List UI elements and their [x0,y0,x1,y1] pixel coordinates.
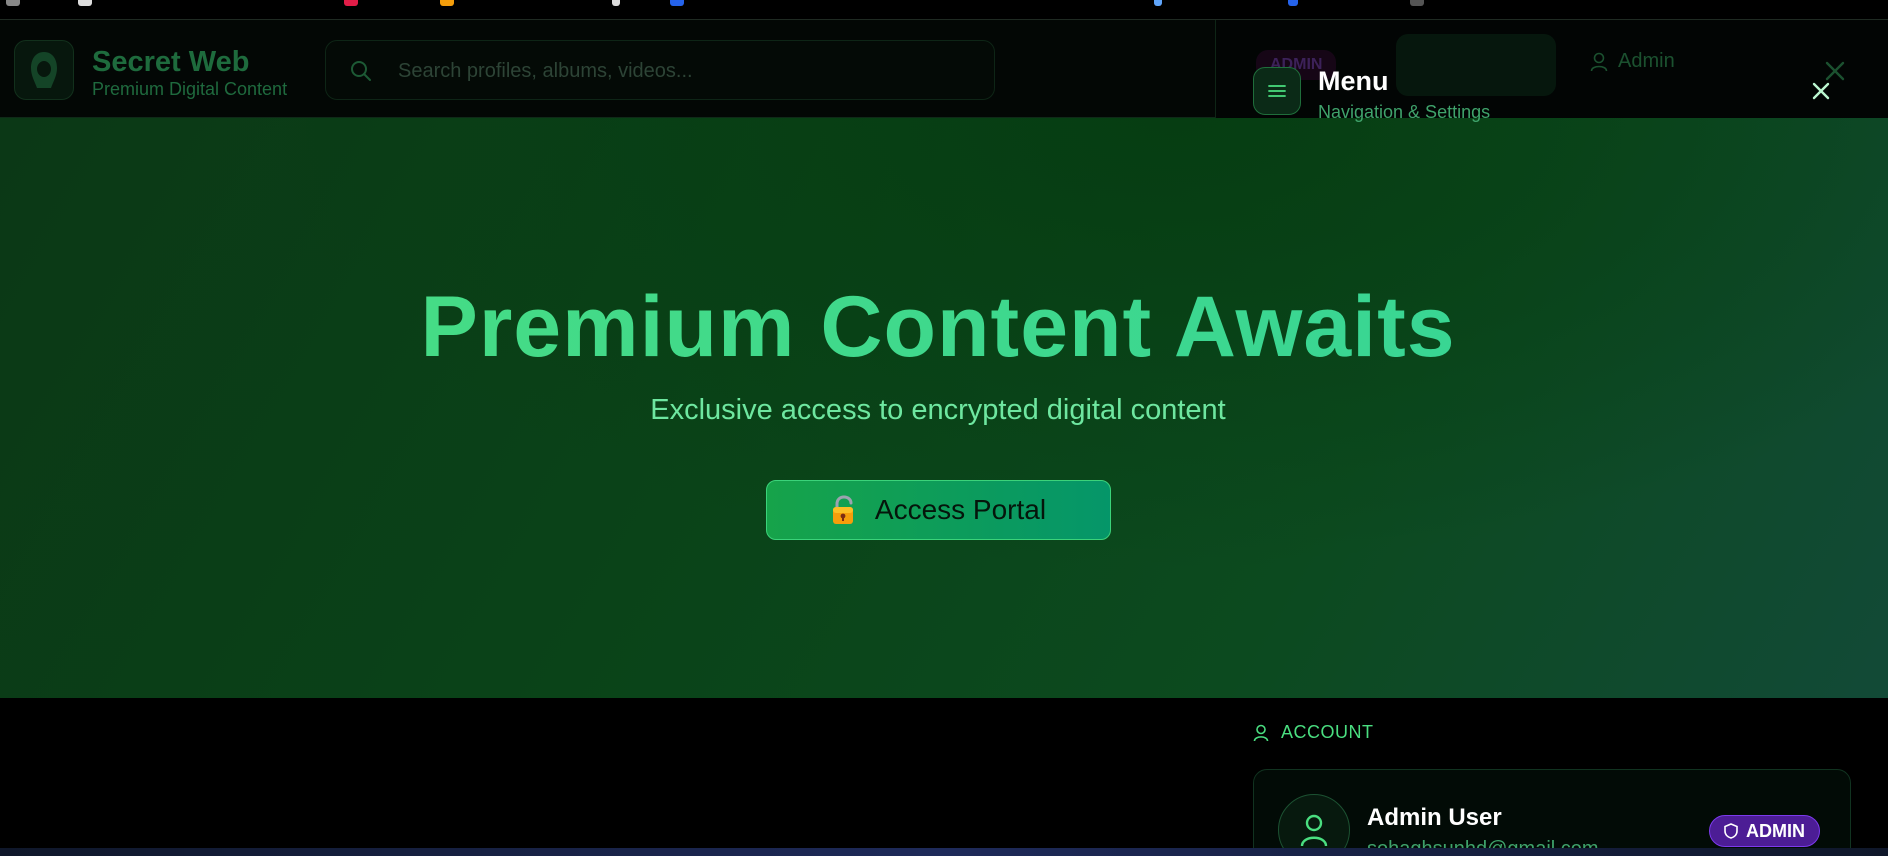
shield-icon [1724,823,1738,839]
logo[interactable] [14,40,74,100]
user-name: Admin User [1367,804,1502,831]
header-user-label: Admin [1618,50,1675,72]
role-badge-label: ADMIN [1746,820,1805,841]
bookmark-icon[interactable] [78,0,92,6]
bookmark-icon[interactable] [670,0,684,6]
account-card[interactable]: Admin User sohaghsunhd@gmail.com ADMIN [1253,769,1851,856]
search-icon [351,61,371,81]
hooded-figure-icon [31,52,57,88]
hero-title: Premium Content Awaits [0,278,1876,377]
bookmark-icon[interactable] [1154,0,1162,6]
role-badge: ADMIN [1709,815,1820,847]
brand-title[interactable]: Secret Web [92,46,249,79]
user-icon [1590,52,1608,71]
menu-panel-header: ADMIN Admin [1215,20,1888,118]
hero-subtitle: Exclusive access to encrypted digital co… [650,394,1226,426]
header-action-button[interactable] [1396,34,1556,96]
taskbar-edge [0,848,1888,856]
bookmark-icon[interactable] [1288,0,1298,6]
bookmark-icon[interactable] [612,0,620,6]
account-section-label: ACCOUNT [1281,722,1374,742]
menu-subtitle: Navigation & Settings [1318,102,1491,122]
browser-bookmark-strip [0,0,1888,20]
bookmark-icon[interactable] [344,0,358,6]
account-section-header: ACCOUNT [1253,722,1374,743]
user-icon [1253,724,1269,741]
bookmark-icon[interactable] [6,0,20,6]
hamburger-icon [1268,85,1286,97]
search-box[interactable] [325,40,995,100]
access-portal-button[interactable]: Access Portal [766,480,1111,540]
search-input[interactable] [398,51,958,91]
avatar [1278,794,1350,856]
user-icon [1300,814,1328,847]
menu-title: Menu [1318,66,1389,96]
hero-section: Premium Content Awaits Exclusive access … [0,118,1888,698]
brand-subtitle: Premium Digital Content [92,79,288,99]
bookmark-icon[interactable] [1410,0,1424,6]
header-user-menu[interactable]: Admin [1590,50,1675,73]
bookmark-icon[interactable] [440,0,454,6]
menu-toggle-button[interactable] [1253,67,1301,115]
access-portal-label: Access Portal [874,494,1047,525]
unlocked-padlock-icon [831,495,855,525]
close-icon[interactable] [1808,78,1834,104]
